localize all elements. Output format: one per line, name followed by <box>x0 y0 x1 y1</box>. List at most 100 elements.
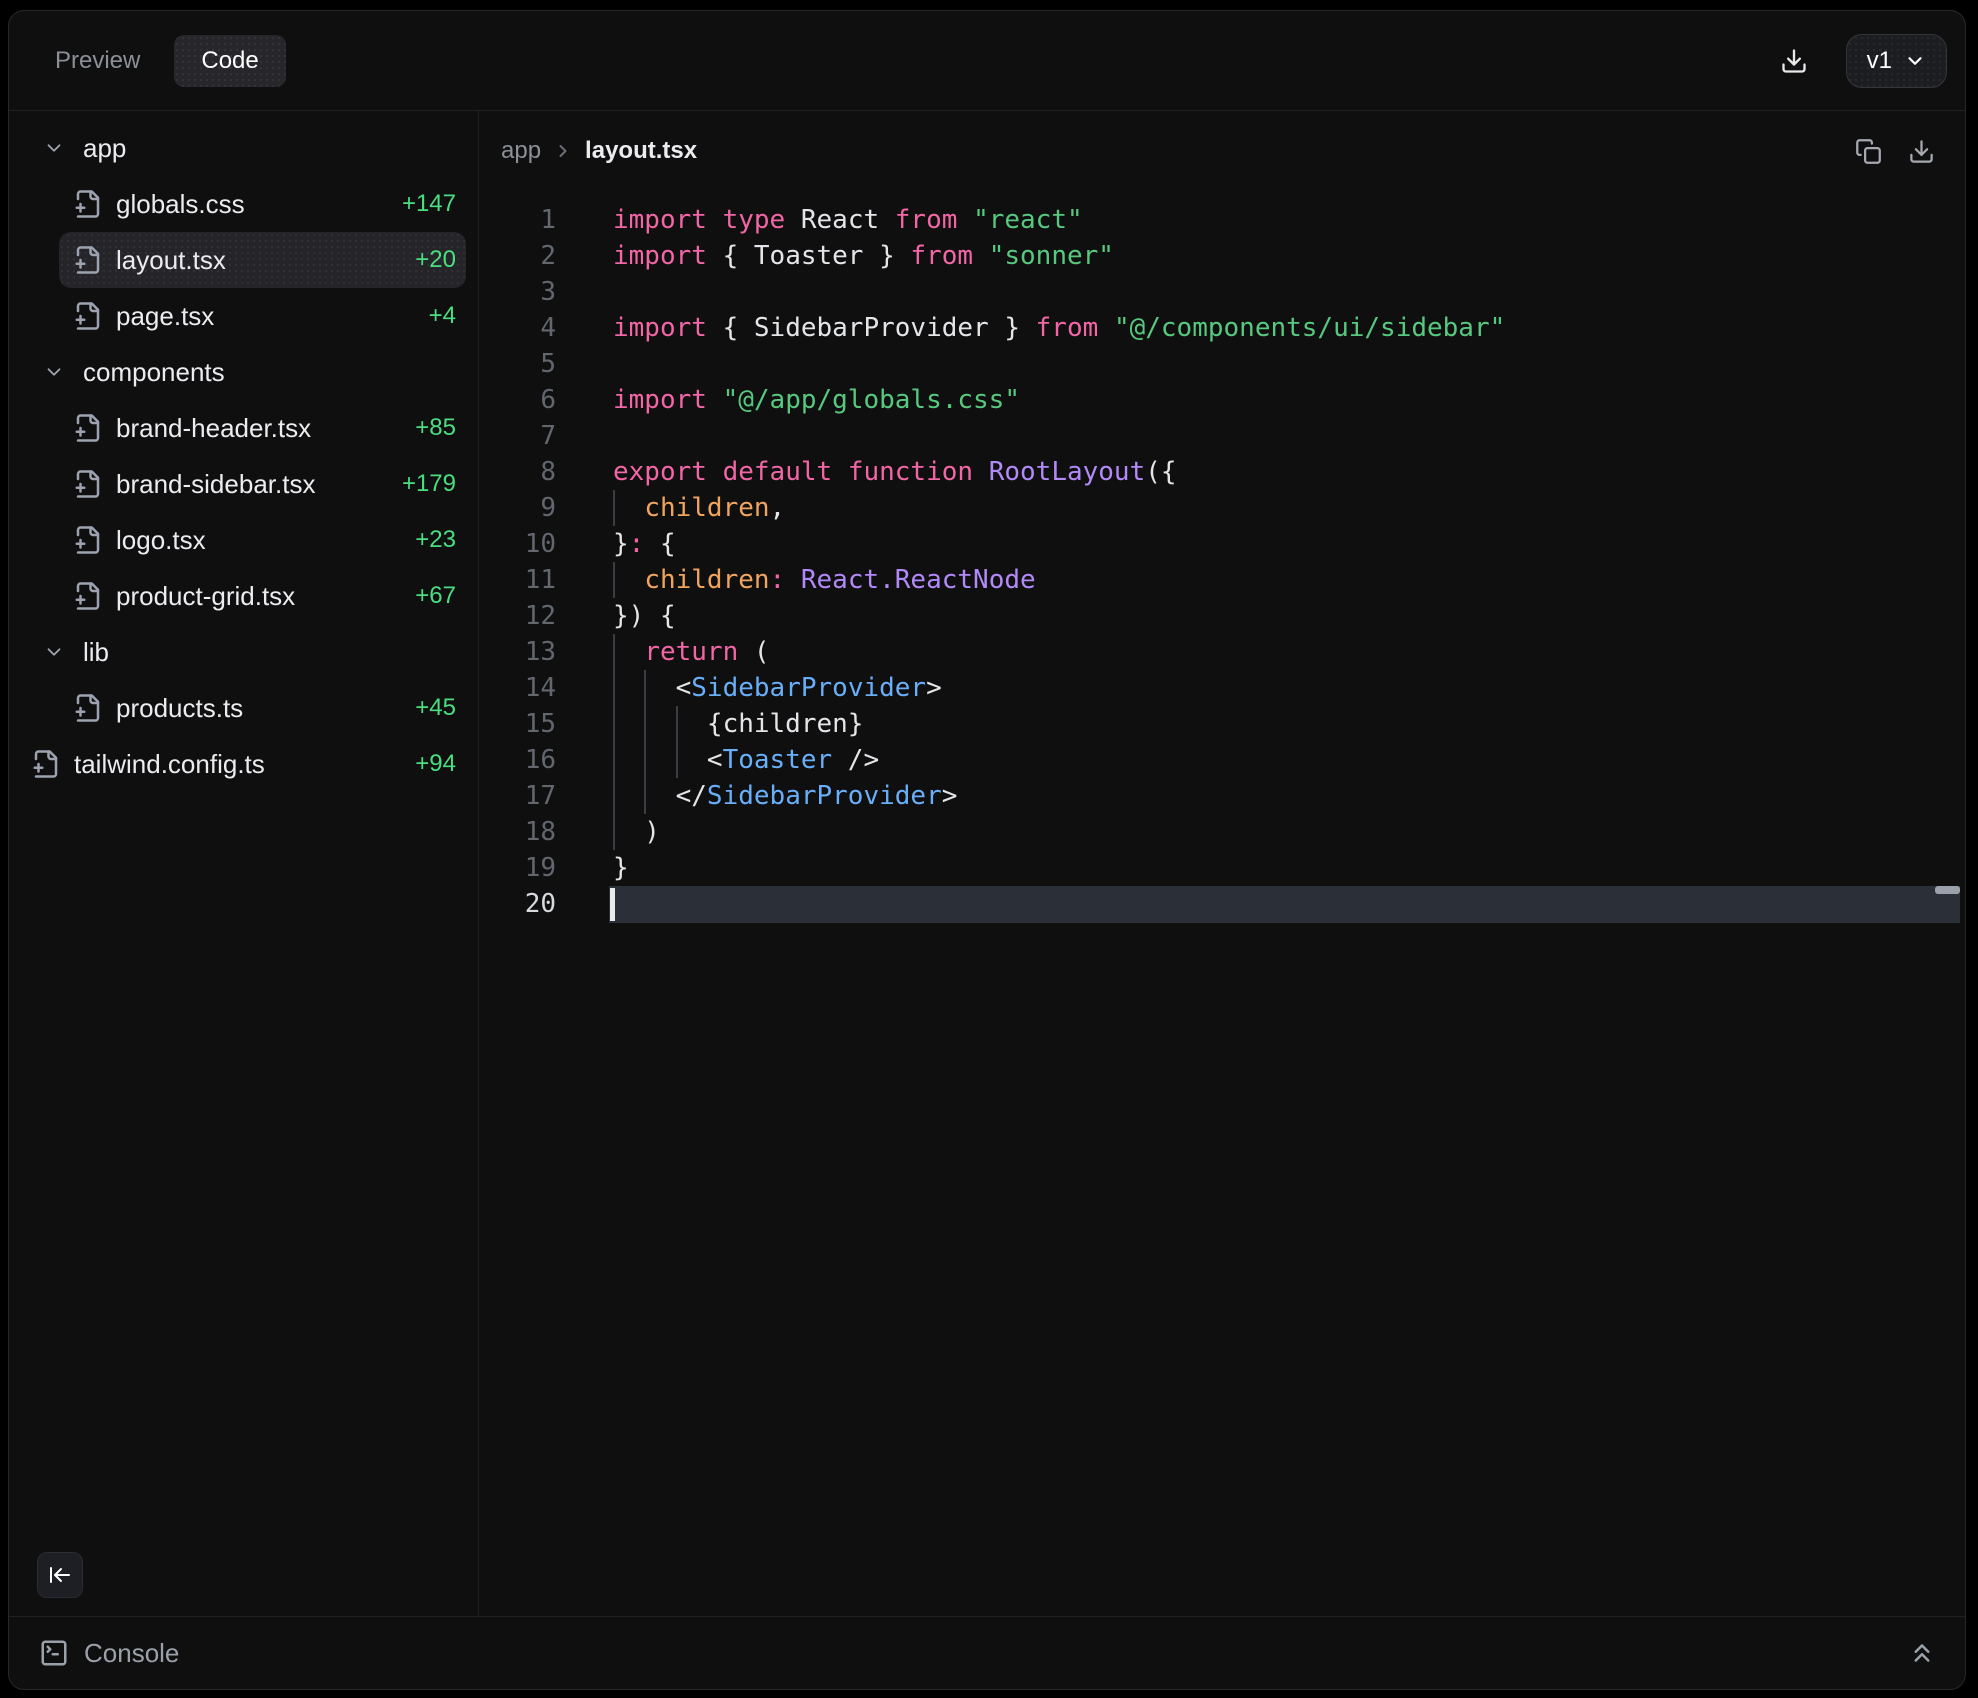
tree-item-label: page.tsx <box>116 301 214 332</box>
line-number: 1 <box>479 202 556 238</box>
indent-guide <box>613 778 615 814</box>
tree-file-page-tsx[interactable]: page.tsx +4 <box>59 288 466 344</box>
indent-guide <box>613 490 615 526</box>
download-button[interactable] <box>1780 47 1808 75</box>
code-line[interactable]: 18 ) <box>479 814 1965 850</box>
app-window: Preview Code v1 app globals.css+147layout… <box>8 10 1966 1690</box>
line-content: import "@/app/globals.css" <box>613 382 1020 418</box>
tab-preview[interactable]: Preview <box>47 47 148 75</box>
line-number: 2 <box>479 238 556 274</box>
tree-item-label: brand-header.tsx <box>116 413 311 444</box>
expand-console-button[interactable] <box>1907 1638 1937 1668</box>
tree-file-globals-css[interactable]: globals.css+147 <box>59 176 466 232</box>
code-line[interactable]: 7 <box>479 418 1965 454</box>
line-content: <Toaster /> <box>613 742 879 778</box>
code-line[interactable]: 1 import type React from "react" <box>479 202 1965 238</box>
code-line[interactable]: 3 <box>479 274 1965 310</box>
indent-guide <box>644 742 646 778</box>
terminal-icon <box>39 1638 69 1668</box>
copy-icon <box>1855 138 1882 165</box>
code-line[interactable]: 5 <box>479 346 1965 382</box>
code-line[interactable]: 20 <box>479 886 1965 922</box>
code-line[interactable]: 8 export default function RootLayout({ <box>479 454 1965 490</box>
line-content: } <box>613 850 629 886</box>
line-content: </SidebarProvider> <box>613 778 957 814</box>
tab-code[interactable]: Code <box>174 35 285 87</box>
tree-file-layout-tsx[interactable]: layout.tsx+20 <box>59 232 466 288</box>
text-cursor <box>610 888 615 921</box>
line-number: 18 <box>479 814 556 850</box>
line-number: 6 <box>479 382 556 418</box>
indent-guide <box>676 742 678 778</box>
copy-code-button[interactable] <box>1855 138 1882 165</box>
diff-added-count: +67 <box>415 582 466 610</box>
chevron-down-icon <box>43 137 65 159</box>
code-line[interactable]: 11 children: React.ReactNode <box>479 562 1965 598</box>
file-plus-icon <box>31 749 61 779</box>
tree-item-label: brand-sidebar.tsx <box>116 469 315 500</box>
code-line[interactable]: 15 {children} <box>479 706 1965 742</box>
file-plus-icon <box>73 245 103 275</box>
tree-item-label: products.ts <box>116 693 243 724</box>
line-number: 9 <box>479 490 556 526</box>
code-line[interactable]: 16 <Toaster /> <box>479 742 1965 778</box>
code-line[interactable]: 2 import { Toaster } from "sonner" <box>479 238 1965 274</box>
tree-item-label: app <box>83 133 126 164</box>
topbar: Preview Code v1 <box>9 11 1965 111</box>
file-plus-icon <box>73 413 103 443</box>
indent-guide <box>613 670 615 706</box>
code-line[interactable]: 4import { SidebarProvider } from "@/comp… <box>479 310 1965 346</box>
line-content: }) { <box>613 598 676 634</box>
version-label: v1 <box>1867 47 1892 75</box>
code-line[interactable]: 9 children, <box>479 490 1965 526</box>
tree-folder-app[interactable]: app <box>17 120 466 176</box>
tree-item-label: logo.tsx <box>116 525 206 556</box>
line-number: 11 <box>479 562 556 598</box>
code-line[interactable]: 19} <box>479 850 1965 886</box>
line-number: 5 <box>479 346 556 382</box>
tree-file-tailwind-config-ts[interactable]: tailwind.config.ts+94 <box>17 736 466 792</box>
code-line[interactable]: 6 import "@/app/globals.css" <box>479 382 1965 418</box>
line-content: import type React from "react" <box>613 202 1083 238</box>
code-line[interactable]: 13 return ( <box>479 634 1965 670</box>
indent-guide <box>676 706 678 742</box>
file-plus-icon <box>73 581 103 611</box>
collapse-sidebar-button[interactable] <box>37 1552 83 1598</box>
tree-file-brand-header-tsx[interactable]: brand-header.tsx+85 <box>59 400 466 456</box>
download-file-button[interactable] <box>1908 138 1935 165</box>
line-number: 3 <box>479 274 556 310</box>
line-content: }: { <box>613 526 676 562</box>
code-area[interactable]: 1 import type React from "react" 2 import {… <box>479 191 1965 1616</box>
tree-file-products-ts[interactable]: products.ts+45 <box>59 680 466 736</box>
line-number: 13 <box>479 634 556 670</box>
tree-folder-components[interactable]: components <box>17 344 466 400</box>
line-number: 20 <box>479 886 556 922</box>
version-selector[interactable]: v1 <box>1846 34 1947 88</box>
code-line[interactable]: 14 <SidebarProvider> <box>479 670 1965 706</box>
tree-file-logo-tsx[interactable]: logo.tsx+23 <box>59 512 466 568</box>
code-line[interactable]: 10}: { <box>479 526 1965 562</box>
chevron-right-icon <box>553 141 573 161</box>
tree-folder-lib[interactable]: lib <box>17 624 466 680</box>
diff-added-count: +147 <box>402 190 466 218</box>
line-number: 7 <box>479 418 556 454</box>
line-content: return ( <box>613 634 770 670</box>
code-line[interactable]: 17 </SidebarProvider> <box>479 778 1965 814</box>
line-content: export default function RootLayout({ <box>613 454 1177 490</box>
line-number: 19 <box>479 850 556 886</box>
line-content: children: React.ReactNode <box>613 562 1036 598</box>
line-content: <SidebarProvider> <box>613 670 942 706</box>
tree-file-product-grid-tsx[interactable]: product-grid.tsx+67 <box>59 568 466 624</box>
file-plus-icon <box>73 189 103 219</box>
code-line[interactable]: 12}) { <box>479 598 1965 634</box>
tree-item-label: components <box>83 357 225 388</box>
chevron-down-icon <box>43 361 65 383</box>
console-bar[interactable]: Console <box>9 1616 1965 1689</box>
tree-file-brand-sidebar-tsx[interactable]: brand-sidebar.tsx+179 <box>59 456 466 512</box>
breadcrumb-folder: app <box>501 137 541 165</box>
scrollbar-thumb[interactable] <box>1935 886 1960 894</box>
line-number: 8 <box>479 454 556 490</box>
line-content: import { Toaster } from "sonner" <box>613 238 1114 274</box>
tree-item-label: tailwind.config.ts <box>74 749 265 780</box>
diff-added-count: +4 <box>429 302 466 330</box>
